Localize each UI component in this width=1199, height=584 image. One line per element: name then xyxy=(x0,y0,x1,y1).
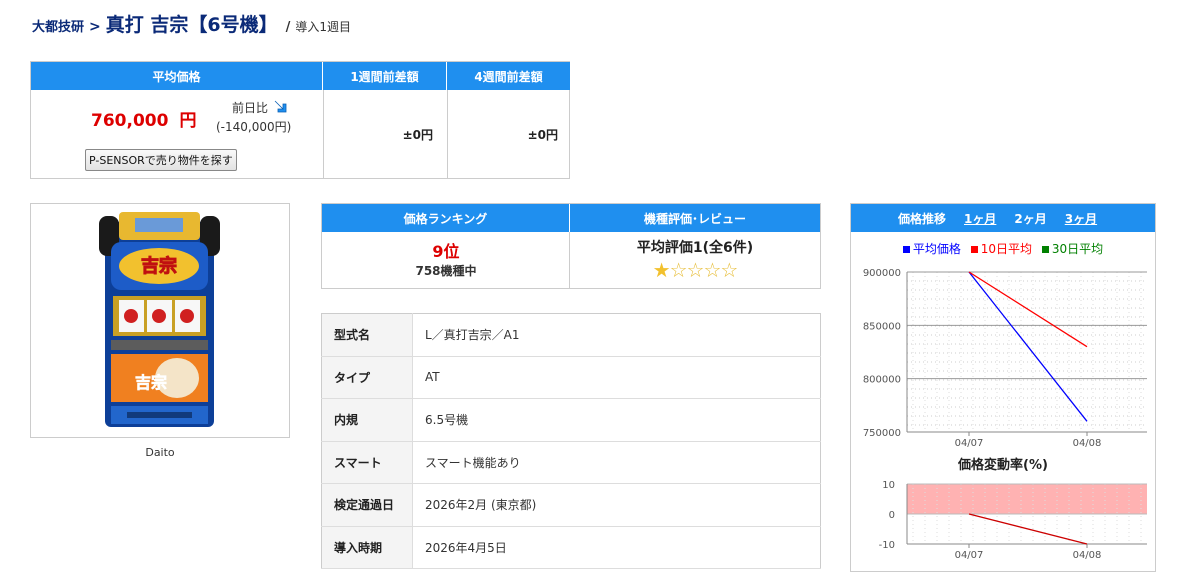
arrow-down-right-icon xyxy=(274,100,287,113)
breadcrumb-separator: > xyxy=(89,19,101,35)
legend-label-10day: 10日平均 xyxy=(980,242,1032,256)
legend-item-average: 平均価格 xyxy=(902,242,961,256)
star-empty-icon: ☆ xyxy=(703,258,721,282)
breadcrumb-slash: / xyxy=(285,20,291,35)
legend-item-10day: 10日平均 xyxy=(970,242,1032,256)
change-rate-title: 価格変動率(%) xyxy=(957,457,1048,473)
y-tick-label: 850000 xyxy=(863,321,901,332)
price-header-average: 平均価格 xyxy=(31,62,323,90)
price-header-1week: 1週間前差額 xyxy=(323,62,447,90)
spec-row: 導入時期 2026年4月5日 xyxy=(321,526,821,569)
x-tick-label: 04/07 xyxy=(955,438,984,449)
tab-2month[interactable]: 2ヶ月 xyxy=(1014,210,1046,227)
spec-value: AT xyxy=(412,356,821,399)
machine-logo-text: 吉宗 xyxy=(141,255,177,277)
spec-value: L／真打吉宗／A1 xyxy=(412,313,821,357)
spec-key: 検定通過日 xyxy=(321,483,413,527)
star-empty-icon: ☆ xyxy=(669,258,688,282)
price-charts: 900000 850000 800000 750000 04/07 04/08 価格変動率(… xyxy=(863,268,1147,561)
legend-swatch-30day xyxy=(1041,246,1049,253)
spec-value: 2026年4月5日 xyxy=(412,526,821,569)
breadcrumb: 大都技研 > 真打 吉宗【6号機】 / 導入1週目 xyxy=(32,10,351,37)
y-tick-label: 0 xyxy=(889,510,895,521)
spec-key: スマート xyxy=(321,441,413,484)
x-tick-label: 04/07 xyxy=(955,550,984,561)
diff-1week-value: ±0円 xyxy=(402,128,433,142)
spec-row: 内規 6.5号機 xyxy=(321,398,821,442)
x-tick-label: 04/08 xyxy=(1073,438,1102,449)
chart-header: 価格推移 1ヶ月 2ヶ月 3ヶ月 xyxy=(851,204,1155,232)
spec-row: タイプ AT xyxy=(321,356,821,399)
chart-title: 価格推移 xyxy=(898,211,947,226)
machine-logo-text-lower: 吉宗 xyxy=(135,373,167,392)
ranking-review-table: 価格ランキング 機種評価･レビュー 9位 758機種中 平均評価1(全6件) ★… xyxy=(321,203,821,289)
tab-1month[interactable]: 1ヶ月 xyxy=(964,210,996,227)
rating-stars: ★☆☆☆☆ xyxy=(570,258,820,282)
change-rate-band xyxy=(907,484,1147,514)
day-compare: 前日比 xyxy=(232,97,289,116)
spec-row: 型式名 L／真打吉宗／A1 xyxy=(321,313,821,357)
x-tick-label: 04/08 xyxy=(1073,550,1102,561)
diff-4week-value: ±0円 xyxy=(527,128,558,142)
legend-swatch-10day xyxy=(970,246,978,253)
p-sensor-search-button[interactable]: P-SENSORで売り物件を探す xyxy=(85,149,237,171)
average-price-unit: 円 xyxy=(179,111,197,131)
install-week-label: 導入1週目 xyxy=(295,20,351,34)
legend-swatch-average xyxy=(902,246,910,253)
price-table: 平均価格 1週間前差額 4週間前差額 760,000 円 前日比 (-140,0… xyxy=(30,61,570,179)
y-tick-label: 750000 xyxy=(863,428,901,439)
spec-value: スマート機能あり xyxy=(412,441,821,484)
star-empty-icon: ☆ xyxy=(720,258,738,282)
y-tick-label: 800000 xyxy=(863,375,901,386)
review-average[interactable]: 平均評価1(全6件) xyxy=(570,237,820,257)
spec-key: 導入時期 xyxy=(321,526,413,569)
average-price-value: 760,000 xyxy=(91,111,169,131)
breadcrumb-maker-link[interactable]: 大都技研 xyxy=(32,16,84,35)
legend-item-30day: 30日平均 xyxy=(1041,242,1104,256)
spec-key: 型式名 xyxy=(321,313,413,357)
review-header: 機種評価･レビュー xyxy=(570,204,820,232)
legend-label-30day: 30日平均 xyxy=(1051,242,1104,256)
spec-table: 型式名 L／真打吉宗／A1 タイプ AT 内規 6.5号機 スマート スマート機能あり 検定通過… xyxy=(321,313,821,569)
price-rank-total: 758機種中 xyxy=(415,264,477,278)
average-price: 760,000 円 xyxy=(91,106,197,131)
day-compare-label: 前日比 xyxy=(232,101,269,115)
spec-value: 2026年2月 (東京都) xyxy=(412,483,821,527)
spec-row: スマート スマート機能あり xyxy=(321,441,821,484)
machine-image-frame: 吉宗 吉宗 xyxy=(30,203,290,438)
chart-legend: 平均価格 10日平均 30日平均 xyxy=(851,240,1155,257)
tab-3month[interactable]: 3ヶ月 xyxy=(1065,210,1097,227)
spec-row: 検定通過日 2026年2月 (東京都) xyxy=(321,483,821,527)
y-tick-label: 10 xyxy=(882,480,895,491)
series-line-average xyxy=(968,271,1088,422)
price-rank-value[interactable]: 9位 xyxy=(322,238,570,262)
day-compare-value: (-140,000円) xyxy=(216,120,292,134)
spec-value: 6.5号機 xyxy=(412,398,821,442)
star-filled-icon: ★ xyxy=(652,258,671,282)
spec-key: タイプ xyxy=(321,356,413,399)
ranking-header: 価格ランキング xyxy=(322,204,570,232)
page-title: 真打 吉宗【6号機】 xyxy=(105,14,278,36)
legend-label-average: 平均価格 xyxy=(912,242,961,256)
slot-machine-image[interactable]: 吉宗 吉宗 xyxy=(97,212,222,432)
y-tick-label: -10 xyxy=(879,540,895,551)
price-chart-panel: 価格推移 1ヶ月 2ヶ月 3ヶ月 平均価格 10日平均 30日平均 900000… xyxy=(850,203,1156,572)
star-empty-icon: ☆ xyxy=(686,258,705,282)
maker-caption: Daito xyxy=(145,446,175,459)
spec-key: 内規 xyxy=(321,398,413,442)
y-tick-label: 900000 xyxy=(863,268,901,279)
price-header-4week: 4週間前差額 xyxy=(447,62,570,90)
